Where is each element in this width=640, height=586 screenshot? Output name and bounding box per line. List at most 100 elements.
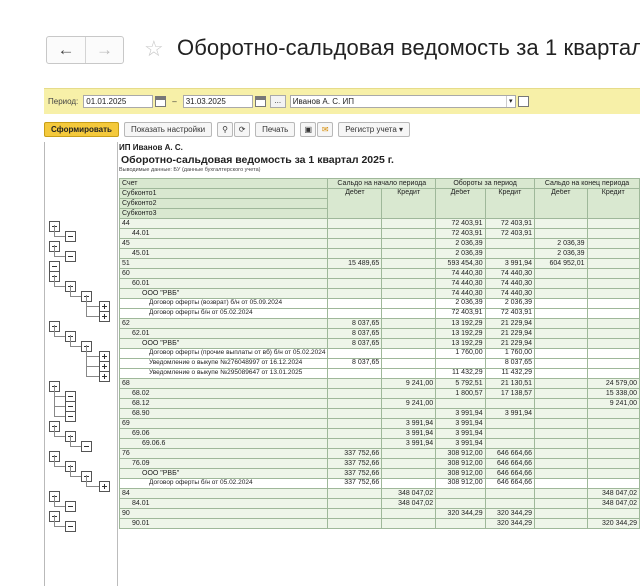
closing-credit-cell[interactable] (586, 308, 640, 319)
opening-credit-cell[interactable] (381, 278, 437, 289)
closing-credit-cell[interactable] (586, 418, 640, 429)
opening-credit-cell[interactable] (381, 218, 437, 229)
opening-debit-cell[interactable] (327, 218, 383, 229)
turnover-debit-cell[interactable]: 13 192,29 (435, 338, 486, 349)
opening-credit-cell[interactable] (381, 228, 437, 239)
account-cell[interactable]: 68 (118, 378, 329, 389)
turnover-debit-cell[interactable]: 1 760,00 (435, 348, 486, 359)
opening-credit-cell[interactable] (381, 268, 437, 279)
opening-debit-cell[interactable] (327, 498, 383, 509)
closing-credit-cell[interactable] (586, 298, 640, 309)
turnover-credit-cell[interactable]: 17 138,57 (484, 388, 536, 399)
table-row[interactable]: ООО "РВБ" 8 037,65 13 192,29 21 229,94 (118, 338, 640, 349)
closing-debit-cell[interactable] (534, 338, 588, 349)
turnover-credit-cell[interactable]: 74 440,30 (484, 278, 536, 289)
opening-debit-cell[interactable]: 15 489,65 (327, 258, 383, 269)
opening-debit-cell[interactable] (327, 388, 383, 399)
turnover-credit-cell[interactable]: 646 664,66 (484, 458, 536, 469)
closing-credit-cell[interactable] (586, 238, 640, 249)
turnover-debit-cell[interactable]: 308 912,00 (435, 478, 486, 489)
opening-credit-cell[interactable] (381, 518, 437, 529)
dropdown-arrow-icon[interactable]: ▾ (505, 96, 515, 107)
turnover-credit-cell[interactable]: 646 664,66 (484, 448, 536, 459)
turnover-debit-cell[interactable]: 11 432,29 (435, 368, 486, 379)
turnover-debit-cell[interactable]: 72 403,91 (435, 228, 486, 239)
turnover-credit-cell[interactable]: 21 229,94 (484, 338, 536, 349)
opening-debit-cell[interactable] (327, 438, 383, 449)
opening-debit-cell[interactable] (327, 308, 383, 319)
table-row[interactable]: Уведомление о выкупе №276048997 от 16.12… (118, 358, 640, 369)
turnover-credit-cell[interactable] (484, 418, 536, 429)
account-cell[interactable]: 68.90 (118, 408, 329, 419)
turnover-credit-cell[interactable]: 3 991,94 (484, 258, 536, 269)
closing-credit-cell[interactable] (586, 408, 640, 419)
opening-credit-cell[interactable] (381, 238, 437, 249)
account-cell[interactable]: Договор оферты б/н от 05.02.2024 (118, 308, 329, 319)
opening-debit-cell[interactable] (327, 278, 383, 289)
closing-debit-cell[interactable] (534, 228, 588, 239)
closing-debit-cell[interactable] (534, 388, 588, 399)
closing-debit-cell[interactable] (534, 508, 588, 519)
closing-credit-cell[interactable]: 348 047,02 (586, 498, 640, 509)
opening-debit-cell[interactable]: 337 752,66 (327, 458, 383, 469)
account-cell[interactable]: 60 (118, 268, 329, 279)
table-row[interactable]: Договор оферты (возврат) б/н от 05.09.20… (118, 298, 640, 309)
turnover-debit-cell[interactable] (435, 488, 486, 499)
opening-credit-cell[interactable]: 348 047,02 (381, 488, 437, 499)
opening-credit-cell[interactable] (381, 388, 437, 399)
opening-debit-cell[interactable]: 8 037,65 (327, 328, 383, 339)
table-row[interactable]: 44 72 403,91 72 403,91 (118, 218, 640, 229)
email-icon[interactable]: ✉ (317, 121, 334, 137)
closing-credit-cell[interactable] (586, 508, 640, 519)
opening-credit-cell[interactable] (381, 258, 437, 269)
collapse-group-icon[interactable] (65, 250, 76, 262)
opening-debit-cell[interactable]: 337 752,66 (327, 448, 383, 459)
turnover-credit-cell[interactable]: 21 130,51 (484, 378, 536, 389)
closing-debit-cell[interactable] (534, 498, 588, 509)
opening-credit-cell[interactable]: 3 991,94 (381, 418, 437, 429)
search-icon[interactable]: ⚲ (217, 121, 234, 137)
closing-debit-cell[interactable] (534, 518, 588, 529)
closing-debit-cell[interactable] (534, 458, 588, 469)
closing-credit-cell[interactable]: 24 579,00 (586, 378, 640, 389)
table-row[interactable]: 60.01 74 440,30 74 440,30 (118, 278, 640, 289)
table-row[interactable]: 90.01 320 344,29 320 344,29 (118, 518, 640, 529)
table-row[interactable]: Договор оферты (прочие выплаты от вб) б/… (118, 348, 640, 359)
turnover-credit-cell[interactable] (484, 428, 536, 439)
closing-debit-cell[interactable] (534, 278, 588, 289)
closing-debit-cell[interactable] (534, 418, 588, 429)
opening-credit-cell[interactable] (381, 448, 437, 459)
turnover-debit-cell[interactable]: 72 403,91 (435, 218, 486, 229)
turnover-credit-cell[interactable]: 74 440,30 (484, 288, 536, 299)
table-row[interactable]: 44.01 72 403,91 72 403,91 (118, 228, 640, 239)
account-cell[interactable]: Договор оферты б/н от 05.02.2024 (118, 478, 329, 489)
turnover-debit-cell[interactable]: 593 454,30 (435, 258, 486, 269)
closing-debit-cell[interactable] (534, 318, 588, 329)
account-cell[interactable]: 90.01 (118, 518, 329, 529)
turnover-credit-cell[interactable] (484, 488, 536, 499)
turnover-credit-cell[interactable]: 646 664,66 (484, 468, 536, 479)
table-row[interactable]: 76.09 337 752,66 308 912,00 646 664,66 (118, 458, 640, 469)
turnover-credit-cell[interactable]: 2 036,39 (484, 298, 536, 309)
opening-debit-cell[interactable] (327, 408, 383, 419)
opening-credit-cell[interactable] (381, 318, 437, 329)
turnover-debit-cell[interactable] (435, 518, 486, 529)
turnover-credit-cell[interactable]: 320 344,29 (484, 508, 536, 519)
table-row[interactable]: 68.90 3 991,94 3 991,94 (118, 408, 640, 419)
opening-debit-cell[interactable] (327, 428, 383, 439)
account-cell[interactable]: 45 (118, 238, 329, 249)
closing-debit-cell[interactable] (534, 288, 588, 299)
turnover-credit-cell[interactable]: 21 229,94 (484, 328, 536, 339)
opening-credit-cell[interactable]: 3 991,94 (381, 438, 437, 449)
opening-credit-cell[interactable]: 348 047,02 (381, 498, 437, 509)
turnover-credit-cell[interactable]: 74 440,30 (484, 268, 536, 279)
forward-arrow-icon[interactable]: → (85, 37, 123, 63)
opening-credit-cell[interactable] (381, 358, 437, 369)
expand-group-icon[interactable] (99, 480, 110, 492)
table-row[interactable]: 60 74 440,30 74 440,30 (118, 268, 640, 279)
opening-debit-cell[interactable] (327, 378, 383, 389)
table-row[interactable]: 76 337 752,66 308 912,00 646 664,66 (118, 448, 640, 459)
table-row[interactable]: 62.01 8 037,65 13 192,29 21 229,94 (118, 328, 640, 339)
closing-credit-cell[interactable] (586, 368, 640, 379)
closing-credit-cell[interactable] (586, 268, 640, 279)
